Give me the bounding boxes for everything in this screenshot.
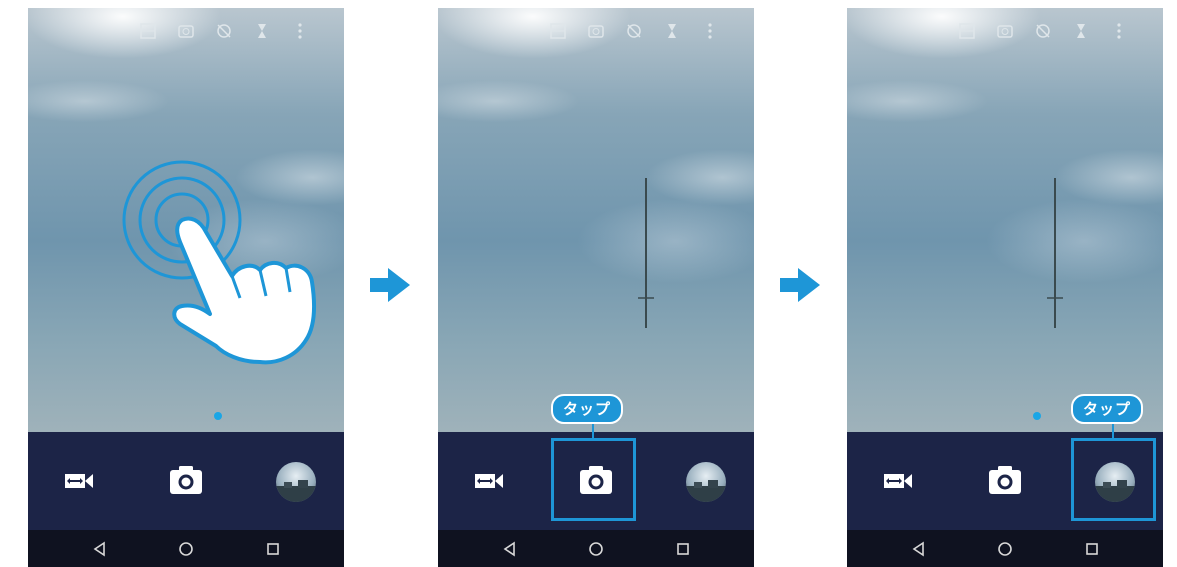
timer-mode-icon[interactable]: [176, 21, 196, 41]
arrow-right-icon: [370, 268, 410, 302]
shutter-icon[interactable]: [987, 462, 1023, 498]
timer-mode-icon[interactable]: [995, 21, 1015, 41]
top-toolbar: [548, 20, 748, 42]
recents-icon[interactable]: [264, 540, 282, 558]
more-icon[interactable]: [290, 21, 310, 41]
system-nav-bar: [28, 530, 344, 567]
camera-controls-bar: [28, 432, 344, 530]
hdr-icon[interactable]: [138, 21, 158, 41]
flash-off-icon[interactable]: [1033, 21, 1053, 41]
home-icon[interactable]: [587, 540, 605, 558]
back-icon[interactable]: [910, 540, 928, 558]
antenna-tower: [1047, 178, 1063, 328]
more-icon[interactable]: [1109, 21, 1129, 41]
home-icon[interactable]: [177, 540, 195, 558]
system-nav-bar: [847, 530, 1163, 567]
top-toolbar: [957, 20, 1157, 42]
home-icon[interactable]: [996, 540, 1014, 558]
settings-icon[interactable]: [252, 21, 272, 41]
flash-off-icon[interactable]: [624, 21, 644, 41]
timer-mode-icon[interactable]: [586, 21, 606, 41]
gallery-thumbnail[interactable]: [686, 462, 726, 502]
shutter-highlight-box: [551, 438, 636, 521]
system-nav-bar: [438, 530, 754, 567]
page-indicator-dot: [214, 412, 222, 420]
settings-icon[interactable]: [1071, 21, 1091, 41]
back-icon[interactable]: [91, 540, 109, 558]
back-icon[interactable]: [501, 540, 519, 558]
video-icon[interactable]: [883, 470, 913, 492]
gallery-thumbnail[interactable]: [276, 462, 316, 502]
phone-screen-step-1: [28, 8, 344, 567]
antenna-tower: [638, 178, 654, 328]
shutter-icon[interactable]: [168, 462, 204, 498]
top-toolbar: [138, 20, 338, 42]
recents-icon[interactable]: [1083, 540, 1101, 558]
camera-viewfinder[interactable]: [438, 8, 754, 432]
video-icon[interactable]: [474, 470, 504, 492]
camera-viewfinder[interactable]: [847, 8, 1163, 432]
tap-callout-label: タップ: [551, 394, 624, 424]
video-icon[interactable]: [64, 470, 94, 492]
arrow-right-icon: [780, 268, 820, 302]
settings-icon[interactable]: [662, 21, 682, 41]
hdr-icon[interactable]: [548, 21, 568, 41]
hdr-icon[interactable]: [957, 21, 977, 41]
more-icon[interactable]: [700, 21, 720, 41]
tap-gesture-hand-icon: [122, 160, 316, 365]
flash-off-icon[interactable]: [214, 21, 234, 41]
tap-callout-label: タップ: [1071, 394, 1144, 424]
gallery-highlight-box: [1071, 438, 1156, 521]
page-indicator-dot: [1033, 412, 1041, 420]
recents-icon[interactable]: [674, 540, 692, 558]
